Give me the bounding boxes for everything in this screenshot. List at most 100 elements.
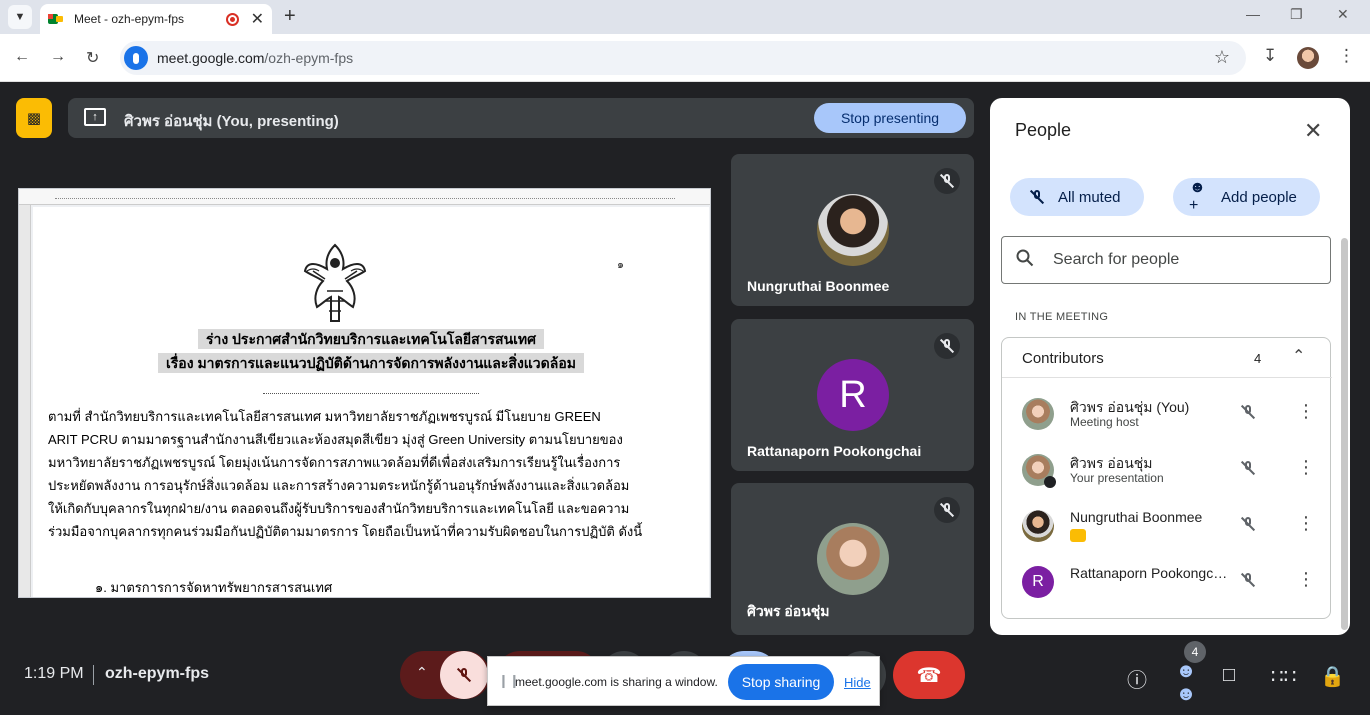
body-line: ประหยัดพลังงาน การอนุรักษ์สิ่งแวดล้อม แล…	[48, 478, 630, 493]
meeting-code[interactable]: ozh-epym-fps	[105, 665, 209, 683]
participant-initial-avatar: R	[1022, 566, 1054, 598]
mic-off-icon	[1026, 187, 1048, 207]
minimize-window-icon[interactable]: —	[1246, 6, 1260, 22]
participant-photo	[817, 194, 889, 266]
camera-off-icon[interactable]: ▩	[16, 98, 52, 138]
volume-off-icon[interactable]	[1240, 460, 1256, 476]
url-text[interactable]: meet.google.com/ozh-epym-fps	[157, 50, 353, 66]
address-bar[interactable]: meet.google.com/ozh-epym-fps ☆	[120, 41, 1246, 75]
participant-tile[interactable]: R Rattanaporn Pookongchai	[731, 319, 974, 471]
tab-title: Meet - ozh-epym-fps	[74, 12, 185, 26]
browser-tab-strip: ▼ Meet - ozh-epym-fps ✕ + — ❐ ✕	[0, 0, 1370, 34]
participant-avatar	[1022, 510, 1054, 542]
hide-link[interactable]: Hide	[844, 675, 871, 690]
mic-off-icon[interactable]	[1240, 516, 1256, 532]
browser-menu-icon[interactable]: ⋮	[1338, 46, 1355, 66]
person-add-icon: ☻+	[1189, 179, 1206, 214]
search-people-input[interactable]: Search for people	[1001, 236, 1331, 284]
participant-name: Nungruthai Boonmee	[747, 278, 890, 294]
browser-tab-meet[interactable]: Meet - ozh-epym-fps ✕	[40, 4, 272, 34]
shared-document-view: ๑ ร่าง ประกาศสำนักวิทยบริการและเทคโนโลยี…	[18, 188, 711, 598]
participant-name: ศิวพร อ่อนชุ่ม	[747, 603, 830, 619]
search-icon	[1016, 249, 1034, 267]
present-screen-icon: ↑	[84, 108, 106, 126]
new-tab-button[interactable]: +	[284, 5, 296, 28]
people-count-badge: 4	[1184, 641, 1206, 663]
title-divider	[263, 393, 479, 394]
microphone-toggle-button[interactable]	[440, 651, 488, 699]
participant-photo	[817, 523, 889, 595]
participant-row[interactable]: R Rattanaporn Pookongchai ⋮	[1002, 554, 1332, 610]
participant-row[interactable]: ศิวพร อ่อนชุ่ม Your presentation ⋮	[1002, 442, 1332, 498]
more-options-icon[interactable]: ⋮	[1297, 513, 1315, 534]
participant-name: Rattanaporn Pookongchai	[747, 443, 922, 459]
people-icon[interactable]: ☻☻	[1166, 660, 1206, 705]
close-panel-icon[interactable]: ✕	[1304, 118, 1322, 144]
garuda-emblem	[303, 243, 367, 322]
phone-hangup-icon: ☎	[916, 664, 942, 687]
people-panel-title: People	[1015, 120, 1072, 140]
participant-avatar	[1022, 398, 1054, 430]
document-ruler	[19, 189, 710, 205]
leave-call-button[interactable]: ☎	[893, 651, 965, 699]
participant-row-role: Meeting host	[1070, 415, 1139, 429]
document-side-ruler	[19, 205, 31, 597]
tab-search-button[interactable]: ▼	[8, 5, 32, 29]
add-people-button[interactable]: ☻+ Add people	[1173, 178, 1320, 216]
divider	[93, 665, 94, 685]
activities-grid-icon[interactable]: ∷∷	[1271, 664, 1296, 689]
profile-avatar[interactable]	[1297, 47, 1319, 69]
in-meeting-label: IN THE MEETING	[1015, 311, 1109, 323]
contributors-header[interactable]: Contributors 4 ⌃	[1002, 338, 1332, 378]
body-line: ARIT PCRU ตามมาตรฐานสำนักงานสีเขียวและห้…	[48, 432, 623, 447]
bookmark-star-icon[interactable]: ☆	[1214, 47, 1230, 68]
presenting-banner: ↑ ศิวพร อ่อนชุ่ม (You, presenting) Stop …	[68, 98, 974, 138]
all-muted-button[interactable]: All muted	[1010, 178, 1144, 216]
document-title-line-2: เรื่อง มาตรการและแนวปฏิบัติด้านการจัดการ…	[33, 353, 709, 375]
close-window-icon[interactable]: ✕	[1337, 6, 1349, 23]
mic-off-icon[interactable]	[1240, 404, 1256, 420]
participant-tile[interactable]: ศิวพร อ่อนชุ่ม	[731, 483, 974, 635]
sharing-message: meet.google.com is sharing a window.	[515, 675, 718, 689]
body-line: มหาวิทยาลัยราชภัฏเพชรบูรณ์ โดยมุ่งเน้นกา…	[48, 455, 621, 470]
meeting-clock: 1:19 PM	[24, 665, 84, 682]
restore-window-icon[interactable]: ❐	[1290, 6, 1303, 23]
presenting-badge-icon	[1070, 529, 1086, 542]
back-arrow-icon[interactable]: ←	[14, 48, 30, 66]
participant-initial-avatar: R	[817, 359, 889, 431]
participant-row-name: Nungruthai Boonmee	[1070, 509, 1203, 525]
people-panel-scrollbar[interactable]	[1341, 238, 1348, 630]
meet-favicon-icon	[48, 12, 64, 26]
audio-settings-chevron-icon[interactable]: ⌃	[416, 664, 428, 681]
recording-indicator-icon	[225, 12, 239, 26]
tab-close-icon[interactable]: ✕	[251, 9, 264, 29]
presentation-pin-icon	[1044, 476, 1056, 488]
more-options-icon[interactable]: ⋮	[1297, 569, 1315, 590]
mic-off-icon[interactable]	[1240, 572, 1256, 588]
body-line: ให้เกิดกับบุคลากรในทุกฝ่าย/งาน ตลอดจนถึง…	[48, 501, 630, 516]
host-controls-lock-icon[interactable]: 🔒	[1320, 664, 1345, 689]
reload-icon[interactable]: ↻	[86, 48, 99, 68]
stop-presenting-button[interactable]: Stop presenting	[814, 103, 966, 133]
screen-share-notification: ❙❙ meet.google.com is sharing a window. …	[487, 656, 880, 706]
muted-mic-icon	[934, 333, 960, 359]
muted-mic-icon	[934, 168, 960, 194]
microphone-in-use-icon[interactable]	[124, 46, 148, 70]
chevron-up-icon[interactable]: ⌃	[1292, 346, 1305, 366]
meeting-info-icon[interactable]: ⓘ	[1127, 664, 1147, 693]
contributors-count: 4	[1254, 351, 1262, 366]
participant-row[interactable]: Nungruthai Boonmee ⋮	[1002, 498, 1332, 554]
download-icon[interactable]: ↧	[1263, 46, 1277, 66]
page-number: ๑	[617, 259, 624, 271]
stop-sharing-button[interactable]: Stop sharing	[728, 664, 834, 700]
browser-toolbar: ← → ↻ meet.google.com/ozh-epym-fps ☆ ↧ ⋮	[0, 34, 1370, 82]
chat-icon[interactable]: □	[1223, 664, 1235, 687]
body-line: ร่วมมือจากบุคลากรทุกคนร่วมมือกันปฏิบัติต…	[48, 524, 643, 539]
participant-row[interactable]: ศิวพร อ่อนชุ่ม (You) Meeting host ⋮	[1002, 386, 1332, 442]
mic-off-icon	[456, 667, 472, 683]
more-options-icon[interactable]: ⋮	[1297, 457, 1315, 478]
participant-tile[interactable]: Nungruthai Boonmee	[731, 154, 974, 306]
section-heading: ๑. มาตรการการจัดหาทรัพยากรสารสนเทศ	[95, 580, 333, 595]
forward-arrow-icon[interactable]: →	[50, 48, 66, 66]
more-options-icon[interactable]: ⋮	[1297, 401, 1315, 422]
